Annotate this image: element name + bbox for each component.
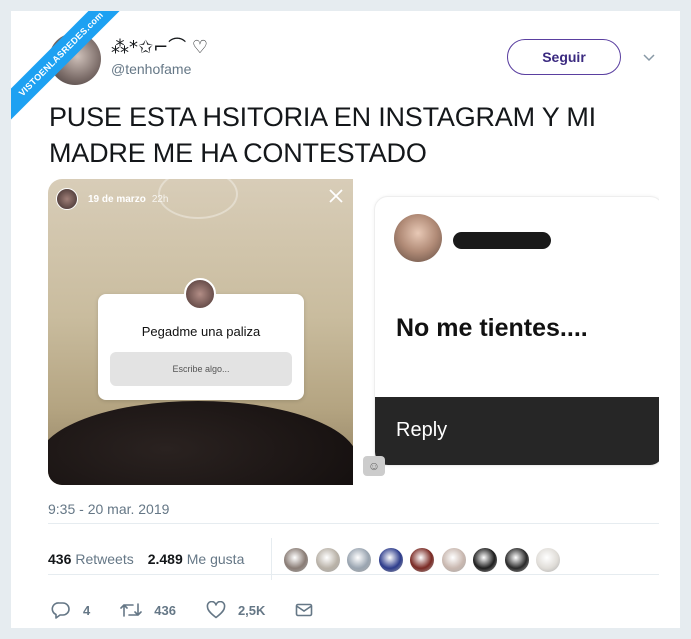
heart-icon <box>206 601 226 619</box>
tweet-card: VISTOENLASREDES.com ⁂*✩⌐⌒ ♡ @tenhofame S… <box>10 10 681 629</box>
reply-avatar <box>394 214 442 262</box>
follow-button[interactable]: Seguir <box>507 39 621 75</box>
like-count: 2,5K <box>237 602 266 618</box>
engagement-stats: 436 Retweets 2.489 Me gusta <box>48 551 244 567</box>
ceiling-lamp <box>158 179 238 219</box>
question-answer-field: Escribe algo... <box>110 352 292 386</box>
watermark-text: VISTOENLASREDES.com <box>11 11 136 129</box>
retweet-icon <box>120 603 143 617</box>
redacted-username <box>453 232 551 249</box>
reply-action[interactable]: 4 <box>51 601 90 619</box>
hair-photo <box>48 401 353 485</box>
tweet-text: PUSE ESTA HSITORIA EN INSTAGRAM Y MI MAD… <box>49 102 596 168</box>
story-header: 19 de marzo 22h <box>56 187 169 211</box>
divider <box>48 523 659 524</box>
envelope-icon <box>296 603 313 617</box>
retweets-count[interactable]: 436 <box>48 551 71 567</box>
watermark-ribbon: VISTOENLASREDES.com <box>11 11 141 141</box>
close-icon <box>329 189 343 203</box>
story-time: 22h <box>151 193 169 205</box>
story-avatar <box>56 188 78 210</box>
likers-avatars <box>283 547 567 573</box>
action-bar: 4 436 2,5K <box>51 601 355 619</box>
story-date: 19 de marzo <box>88 193 146 205</box>
liker-avatar[interactable] <box>503 547 530 573</box>
reply-icon <box>51 602 70 619</box>
tweet-timestamp[interactable]: 9:35 - 20 mar. 2019 <box>48 501 169 517</box>
like-action[interactable]: 2,5K <box>206 601 265 619</box>
reply-screenshot[interactable]: No me tientes.... Reply ☺ <box>357 179 659 485</box>
liker-avatar[interactable] <box>440 547 467 573</box>
likes-count[interactable]: 2.489 <box>148 551 183 567</box>
story-screenshot[interactable]: 19 de marzo 22h Pegadme una paliza Escri… <box>48 179 353 485</box>
liker-avatar[interactable] <box>283 547 309 573</box>
question-sticker: Pegadme una paliza Escribe algo... <box>98 278 304 400</box>
liker-avatar[interactable] <box>346 547 372 573</box>
liker-avatar[interactable] <box>314 547 341 573</box>
retweet-count: 436 <box>154 602 176 618</box>
likes-label[interactable]: Me gusta <box>187 551 245 567</box>
question-avatar <box>184 278 216 310</box>
chevron-down-icon[interactable] <box>643 51 655 63</box>
liker-avatar[interactable] <box>409 547 435 573</box>
liker-avatar[interactable] <box>472 547 498 573</box>
liker-avatar[interactable] <box>377 547 404 573</box>
retweet-action[interactable]: 436 <box>120 601 176 619</box>
reply-message: No me tientes.... <box>396 314 588 342</box>
reply-bar: Reply <box>375 397 659 465</box>
reply-count: 4 <box>83 602 91 618</box>
question-text: Pegadme una paliza <box>141 324 261 339</box>
divider <box>48 574 659 575</box>
message-action[interactable] <box>295 602 325 618</box>
reply-card: No me tientes.... Reply <box>374 196 659 466</box>
tweet-media[interactable]: 19 de marzo 22h Pegadme una paliza Escri… <box>48 179 659 485</box>
retweets-label[interactable]: Retweets <box>75 551 133 567</box>
liker-avatar[interactable] <box>535 547 561 573</box>
emoji-icon: ☺ <box>363 456 385 476</box>
reply-label: Reply <box>396 419 448 441</box>
